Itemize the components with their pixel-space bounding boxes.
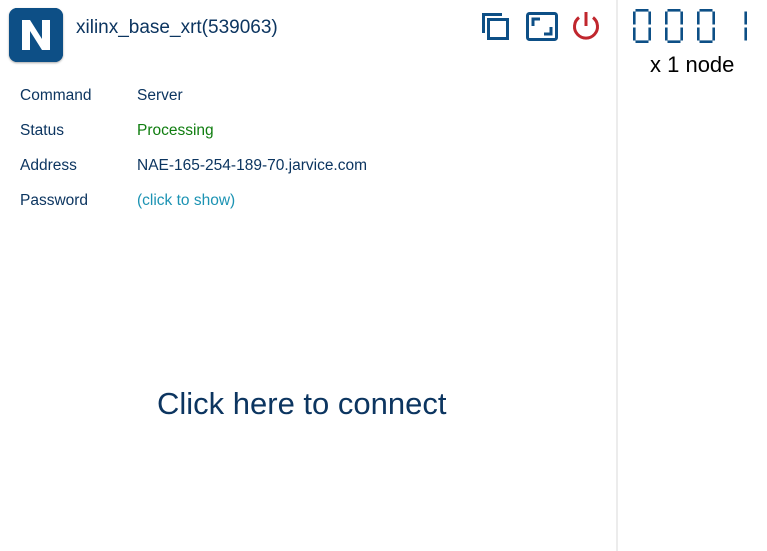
- digit-segment: [665, 11, 668, 25]
- digit-segment: [648, 11, 651, 25]
- power-button[interactable]: [569, 9, 603, 43]
- connect-link[interactable]: Click here to connect: [157, 386, 446, 422]
- counter-digit: [633, 9, 651, 43]
- copy-button[interactable]: [478, 9, 512, 43]
- digit-segment: [648, 27, 651, 41]
- node-count-label: x 1 node: [650, 52, 735, 77]
- show-password-link[interactable]: (click to show): [137, 192, 235, 210]
- digit-segment: [699, 40, 713, 43]
- digit-segment: [744, 11, 747, 25]
- digit-segment: [744, 27, 747, 41]
- fullscreen-button[interactable]: [524, 9, 558, 43]
- digit-segment: [633, 27, 636, 41]
- digit-segment: [667, 40, 681, 43]
- status-value: Processing: [137, 122, 214, 139]
- job-panel: xilinx_base_xrt(539063) Command Server S…: [0, 0, 616, 551]
- digit-segment: [697, 11, 700, 25]
- address-value: NAE-165-254-189-70.jarvice.com: [137, 157, 368, 174]
- fullscreen-icon: [526, 12, 558, 41]
- digit-segment: [699, 9, 713, 12]
- digit-segment: [712, 27, 715, 41]
- status-label: Status: [20, 122, 64, 139]
- command-label: Command: [20, 87, 92, 104]
- digit-segment: [635, 40, 649, 43]
- job-title: xilinx_base_xrt(539063): [76, 17, 278, 38]
- copy-icon: [482, 13, 509, 40]
- counter-digit: [744, 11, 747, 41]
- counter-digit: [697, 9, 715, 43]
- digit-segment: [635, 9, 649, 12]
- node-count-display: [633, 9, 747, 43]
- digit-segment: [680, 27, 683, 41]
- command-value: Server: [137, 87, 183, 104]
- digit-segment: [680, 11, 683, 25]
- digit-segment: [665, 27, 668, 41]
- digit-segment: [697, 27, 700, 41]
- digit-segment: [633, 11, 636, 25]
- power-icon: [573, 12, 599, 40]
- node-panel: [618, 0, 767, 551]
- password-label: Password: [20, 192, 89, 209]
- address-label: Address: [20, 157, 77, 174]
- digit-segment: [667, 9, 681, 12]
- counter-digit: [665, 9, 683, 43]
- nimbix-logo: [9, 8, 63, 62]
- digit-segment: [712, 11, 715, 25]
